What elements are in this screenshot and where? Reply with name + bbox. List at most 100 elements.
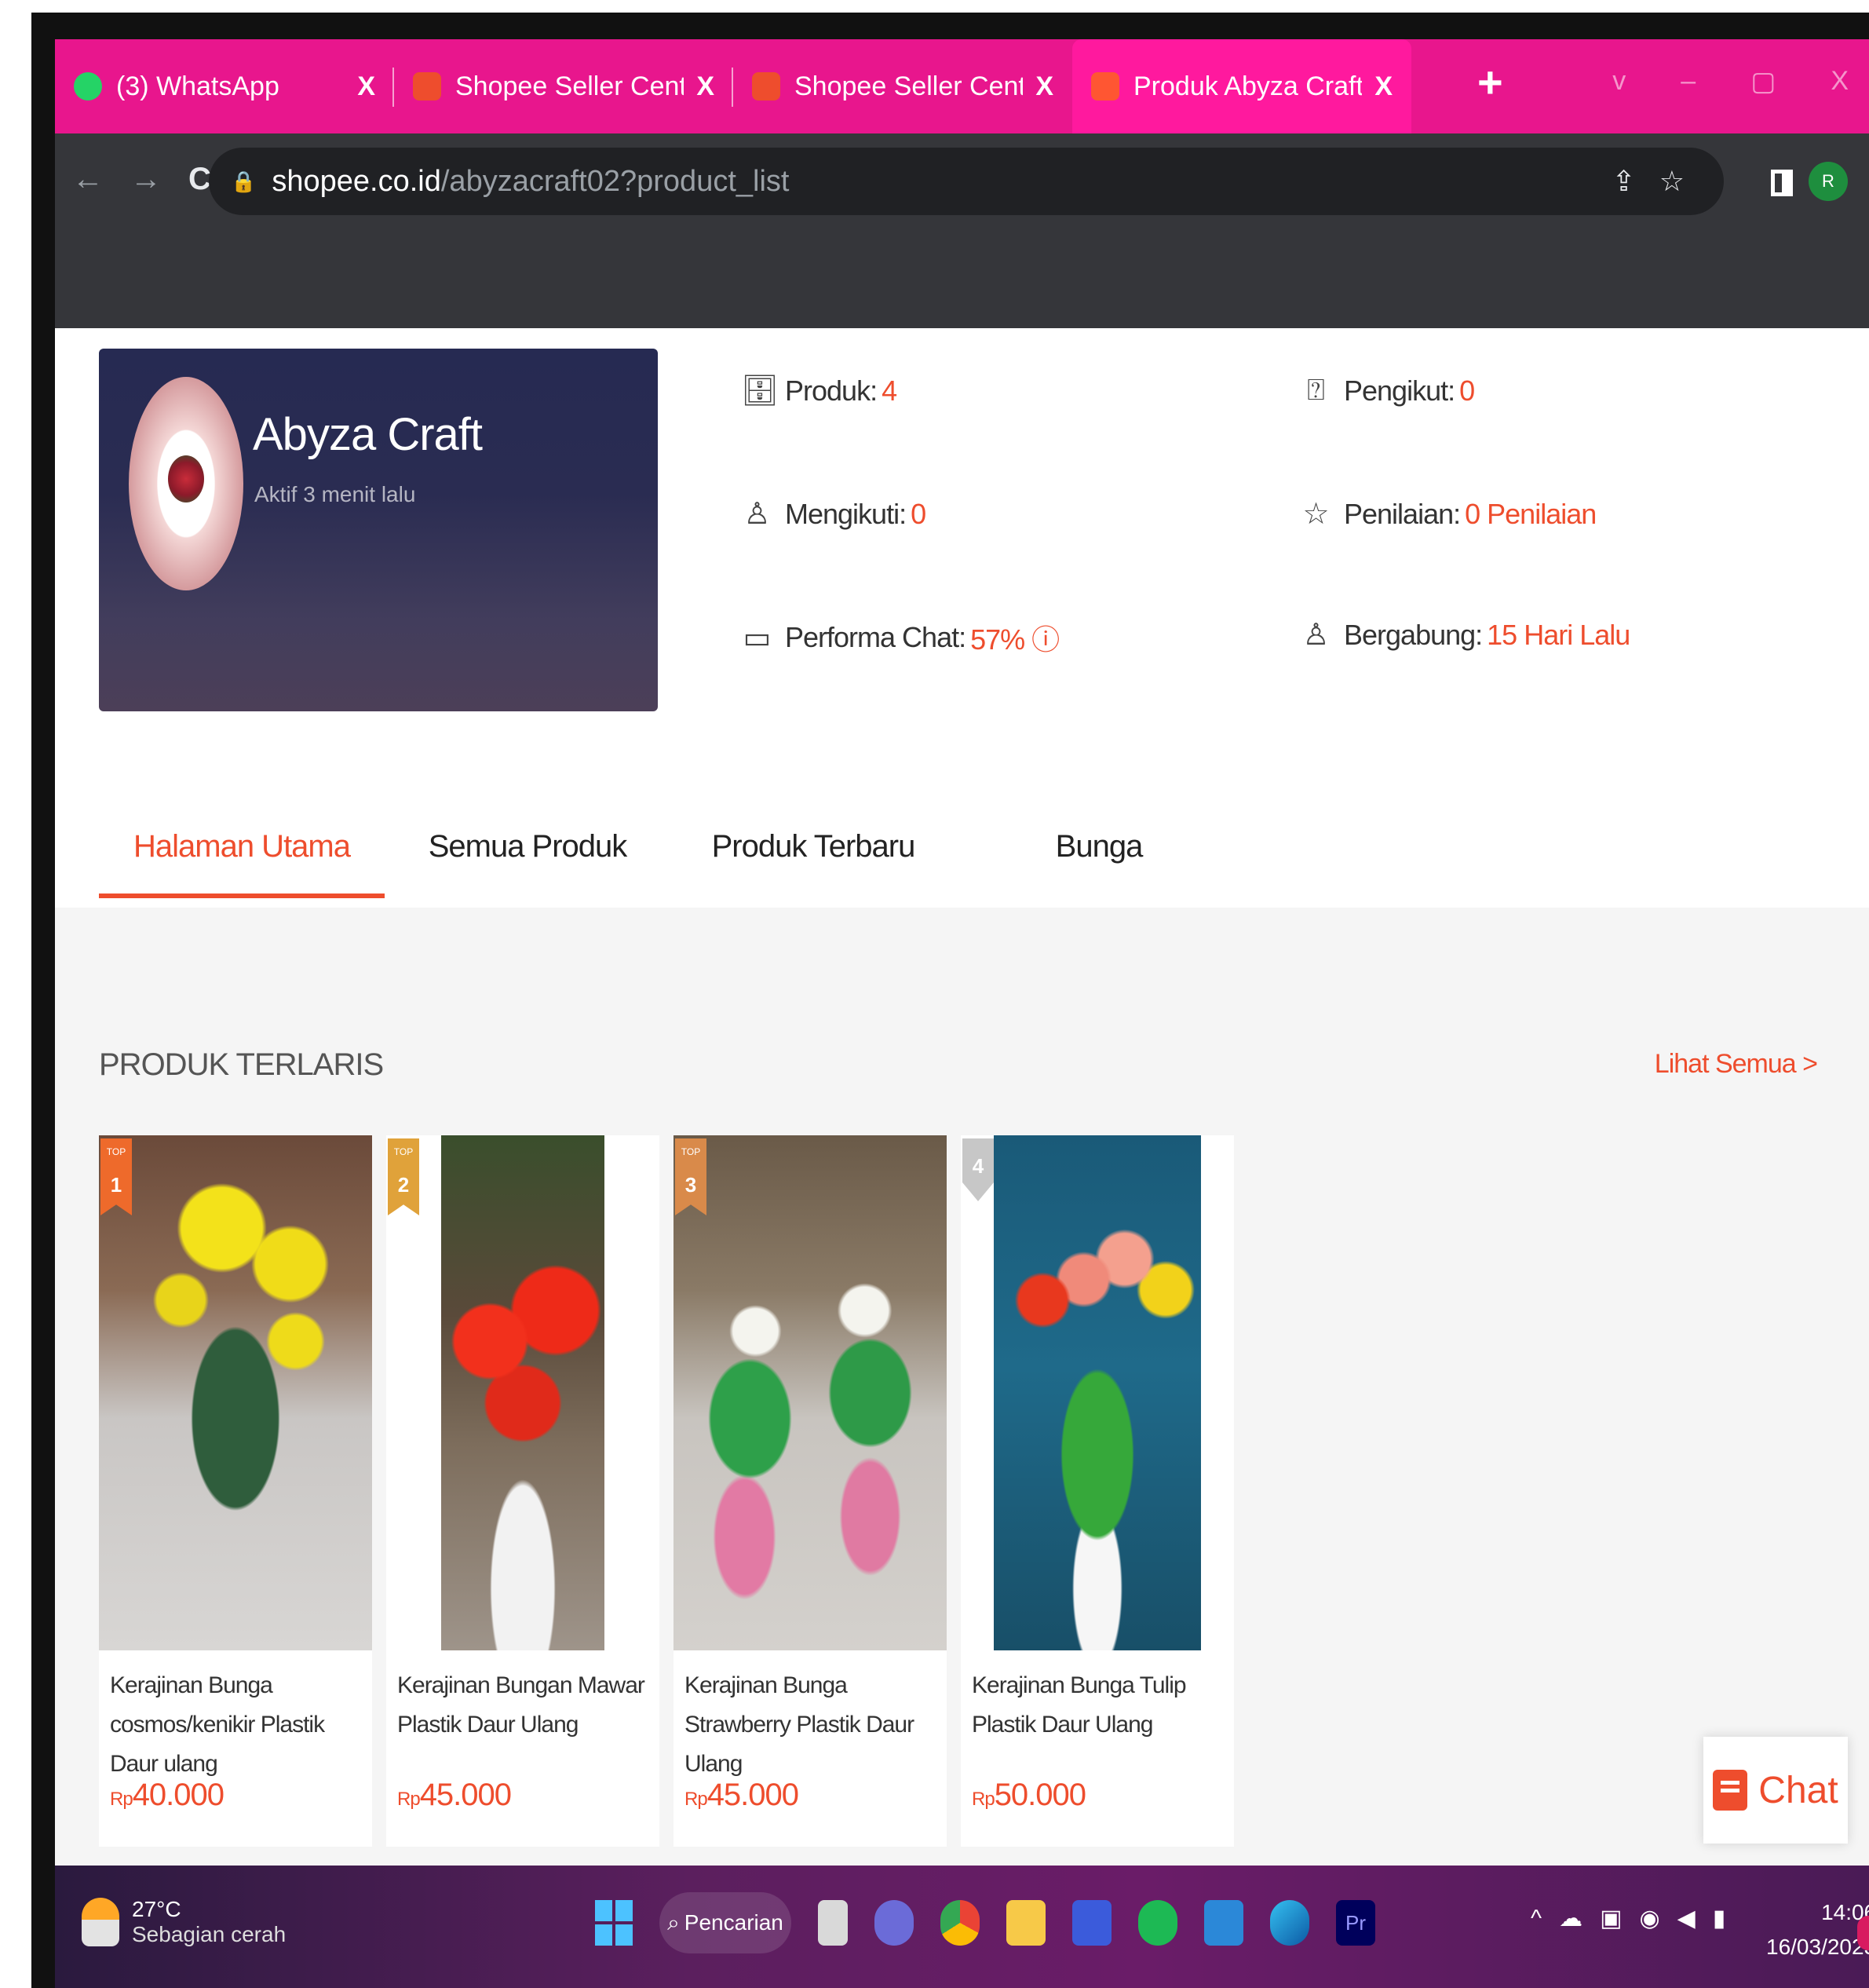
bookmark-star-icon[interactable]: ☆ (1659, 165, 1685, 198)
app-icon[interactable] (1072, 1900, 1112, 1946)
stat-value: 15 Hari Lalu (1487, 618, 1630, 651)
premiere-pro-icon[interactable]: Pr (1336, 1900, 1375, 1946)
volume-icon[interactable]: ◀ (1677, 1905, 1696, 1932)
mail-icon[interactable] (1204, 1900, 1243, 1946)
share-icon[interactable]: ⇪ (1612, 165, 1636, 198)
product-card[interactable]: TOP 2 Kerajinan Bungan Mawar Plastik Daur… (386, 1135, 659, 1847)
tray-overflow-icon[interactable]: ^ (1531, 1906, 1542, 1932)
maximize-icon[interactable]: ▢ (1750, 66, 1776, 97)
shop-header: Abyza Craft Aktif 3 menit lalu 🗄 Produk:… (55, 328, 1869, 908)
product-price: Rp45.000 (397, 1778, 512, 1812)
tab-produk-terbaru[interactable]: Produk Terbaru (670, 791, 956, 901)
wifi-icon[interactable]: ◉ (1639, 1905, 1659, 1932)
tab-seller-centre-1[interactable]: Shopee Seller Centre X (394, 39, 733, 133)
stat-value: 0 Penilaian (1465, 497, 1597, 530)
close-window-icon[interactable]: X (1831, 66, 1849, 97)
tab-search-icon[interactable]: v (1612, 66, 1626, 97)
clock-time: 14:06 (1821, 1900, 1869, 1924)
taskbar-search[interactable]: ⌕ Pencarian (659, 1892, 791, 1953)
product-card[interactable]: TOP 1 Kerajinan Bunga cosmos/kenikir Plas… (99, 1135, 372, 1847)
product-price: Rp40.000 (110, 1778, 224, 1812)
notification-icon[interactable] (1857, 1916, 1869, 1950)
tab-bunga[interactable]: Bunga (956, 791, 1242, 901)
start-icon[interactable] (595, 1900, 633, 1946)
reload-icon[interactable]: C (188, 162, 211, 197)
clock[interactable]: 14:06 16/03/2023 (1766, 1895, 1869, 1964)
task-view-icon[interactable] (818, 1900, 848, 1946)
stat-joined: ♙ Bergabung: 15 Hari Lalu (1300, 617, 1630, 652)
shop-avatar[interactable] (129, 377, 243, 590)
forward-icon[interactable]: → (130, 162, 162, 197)
back-icon[interactable]: ← (72, 162, 104, 197)
weather-widget[interactable]: 27°C Sebagian cerah (82, 1897, 286, 1947)
product-card[interactable]: TOP 3 Kerajinan Bunga Strawberry Plastik … (673, 1135, 947, 1847)
chrome-icon[interactable] (940, 1900, 980, 1946)
followers-icon: ⍰ (1307, 374, 1325, 407)
stat-products: 🗄 Produk: 4 (741, 374, 897, 408)
system-tray: ^ ☁ ▣ ◉ ◀ ▮ (1531, 1905, 1725, 1932)
product-price: Rp45.000 (684, 1778, 799, 1812)
tab-seller-centre-2[interactable]: Shopee Seller Centre X (733, 39, 1072, 133)
close-tab-icon[interactable]: X (1035, 71, 1053, 102)
tab-whatsapp[interactable]: (3) WhatsApp X (55, 39, 394, 133)
toolbar-spacer (55, 228, 1869, 328)
product-card[interactable]: 4 Kerajinan Bunga Tulip Plastik Daur Ula… (961, 1135, 1234, 1847)
product-name: Kerajinan Bunga cosmos/kenikir Plastik D… (110, 1672, 325, 1777)
product-image[interactable] (99, 1135, 372, 1650)
rank-badge: TOP 2 (388, 1138, 419, 1215)
clock-date: 16/03/2023 (1766, 1935, 1869, 1959)
following-icon: ♙ (743, 498, 770, 531)
shopee-icon (413, 72, 441, 100)
chat-icon (1713, 1770, 1748, 1811)
stat-label: Penilaian: (1344, 497, 1461, 530)
edge-icon[interactable] (1270, 1900, 1309, 1946)
shop-nav-tabs: Halaman Utama Semua Produk Produk Terbar… (99, 791, 1826, 908)
tab-produk-abyza-craft[interactable]: Produk Abyza Craft | Shopee Ind X (1072, 39, 1411, 133)
product-image[interactable] (994, 1135, 1201, 1650)
shop-active-status: Aktif 3 menit lalu (254, 482, 416, 506)
star-icon: ☆ (1302, 498, 1329, 531)
window-controls: v – ▢ X (1612, 66, 1869, 97)
browser-tab-strip: (3) WhatsApp X Shopee Seller Centre X Sh… (55, 39, 1869, 133)
user-join-icon: ♙ (1302, 619, 1329, 652)
stat-followers: ⍰ Pengikut: 0 (1300, 374, 1475, 407)
teams-chat-icon[interactable] (874, 1900, 914, 1946)
partly-sunny-icon (82, 1898, 119, 1946)
rank-badge: 4 (962, 1138, 994, 1201)
rose-logo-icon (168, 455, 204, 502)
product-name: Kerajinan Bunga Strawberry Plastik Daur … (684, 1672, 914, 1777)
spotify-icon[interactable] (1138, 1900, 1177, 1946)
new-tab-button[interactable]: + (1477, 57, 1503, 108)
chat-button[interactable]: Chat (1703, 1737, 1848, 1844)
side-panel-icon[interactable] (1771, 170, 1793, 196)
file-explorer-icon[interactable] (1006, 1900, 1046, 1946)
battery-icon[interactable]: ▮ (1713, 1905, 1726, 1932)
minimize-icon[interactable]: – (1681, 66, 1696, 97)
product-image[interactable] (441, 1135, 604, 1650)
close-tab-icon[interactable]: X (357, 71, 375, 102)
tab-halaman-utama[interactable]: Halaman Utama (99, 791, 385, 901)
product-image[interactable] (673, 1135, 947, 1650)
product-name: Kerajinan Bungan Mawar Plastik Daur Ulan… (397, 1672, 645, 1738)
onedrive-icon[interactable]: ☁ (1559, 1905, 1582, 1932)
address-bar[interactable]: 🔒 shopee.co.id/abyzacraft02?product_list… (209, 148, 1724, 215)
close-tab-icon[interactable]: X (696, 71, 714, 102)
stat-label: Produk: (785, 375, 878, 407)
shield-icon[interactable]: ▣ (1600, 1905, 1622, 1932)
stat-label: Mengikuti: (785, 497, 907, 530)
chat-icon: ▭ (743, 621, 772, 655)
weather-temp: 27°C (132, 1897, 181, 1921)
lock-icon[interactable]: 🔒 (231, 170, 256, 194)
browser-toolbar: ← → C 🔒 shopee.co.id/abyzacraft02?produc… (55, 133, 1869, 228)
tab-title: (3) WhatsApp (116, 71, 279, 101)
shop-page: Abyza Craft Aktif 3 menit lalu 🗄 Produk:… (55, 328, 1869, 1866)
whatsapp-icon (74, 72, 102, 100)
tab-semua-produk[interactable]: Semua Produk (385, 791, 670, 901)
stat-value: 0 (1459, 374, 1475, 407)
store-icon: 🗄 (741, 375, 779, 407)
tab-title: Produk Abyza Craft | Shopee Ind (1133, 71, 1363, 101)
see-all-link[interactable]: Lihat Semua > (1655, 1049, 1818, 1080)
weather-desc: Sebagian cerah (132, 1922, 287, 1946)
profile-avatar[interactable]: R (1809, 162, 1848, 201)
close-tab-icon[interactable]: X (1374, 71, 1393, 102)
